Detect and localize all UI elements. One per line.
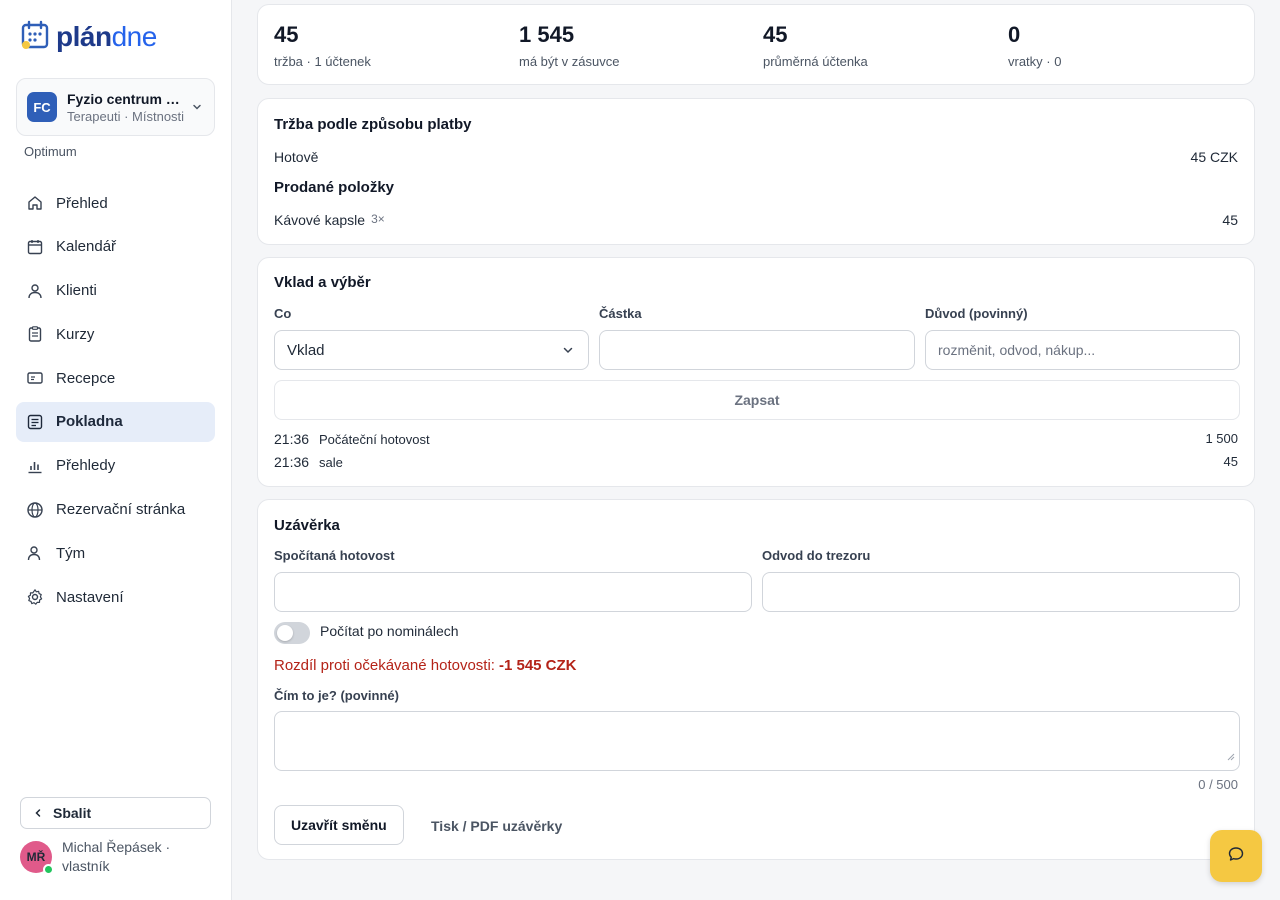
reason-label: Důvod (povinný) bbox=[925, 306, 1028, 321]
clipboard-icon bbox=[26, 325, 44, 343]
cash-move-card: Vklad a výběr Co Částka Důvod (povinný) … bbox=[257, 257, 1255, 487]
team-icon bbox=[26, 544, 44, 562]
user-profile[interactable]: MŘ Michal Řepásek · vlastník bbox=[20, 838, 192, 876]
what-label: Co bbox=[274, 306, 292, 321]
nav-item-kurzy[interactable]: Kurzy bbox=[16, 314, 215, 354]
user-name: Michal Řepásek · vlastník bbox=[62, 839, 171, 874]
nav-item-rezervacni-stranka[interactable]: Rezervační stránka bbox=[16, 490, 215, 530]
difference-reason-textarea[interactable] bbox=[274, 711, 1240, 771]
nav-item-kalendar[interactable]: Kalendář bbox=[16, 227, 215, 267]
toggle-knob bbox=[277, 625, 293, 641]
counted-cash-label: Spočítaná hotovost bbox=[274, 548, 395, 563]
cash-difference: Rozdíl proti očekávané hotovosti: -1 545 … bbox=[274, 657, 577, 674]
chat-bubble-icon bbox=[1227, 845, 1245, 868]
nav-item-prehledy[interactable]: Přehledy bbox=[16, 446, 215, 486]
log-time: 21:36 bbox=[274, 454, 310, 470]
plan-label: Optimum bbox=[24, 144, 77, 159]
stat-expected-drawer: 1 545 má být v zásuvce bbox=[519, 22, 620, 69]
resize-grip-icon[interactable] bbox=[1227, 748, 1235, 766]
sold-item-amount: 45 bbox=[1222, 212, 1238, 228]
online-status-dot bbox=[43, 864, 54, 875]
counted-cash-input[interactable] bbox=[274, 572, 752, 612]
log-amount: 45 bbox=[1223, 454, 1238, 469]
org-avatar: FC bbox=[27, 92, 57, 122]
character-counter: 0 / 500 bbox=[1198, 777, 1238, 792]
count-by-denomination-label: Počítat po nominálech bbox=[320, 623, 459, 639]
safe-deposit-label: Odvod do trezoru bbox=[762, 548, 871, 563]
org-subtitle: Terapeuti · Místnosti bbox=[67, 108, 185, 124]
safe-deposit-input[interactable] bbox=[762, 572, 1240, 612]
log-time: 21:36 bbox=[274, 431, 310, 447]
globe-icon bbox=[26, 501, 44, 519]
sold-item: Kávové kapsle 3× bbox=[274, 212, 385, 228]
chevron-down-icon bbox=[190, 100, 204, 114]
main-nav: Přehled Kalendář Klienti Kurzy Recepce P… bbox=[16, 183, 215, 621]
cash-move-amount-input[interactable] bbox=[599, 330, 915, 370]
user-icon bbox=[26, 282, 44, 300]
cash-move-type-select[interactable]: Vklad bbox=[274, 330, 589, 370]
nav-item-recepce[interactable]: Recepce bbox=[16, 358, 215, 398]
log-amount: 1 500 bbox=[1205, 431, 1238, 446]
nav-item-tym[interactable]: Tým bbox=[16, 533, 215, 573]
home-icon bbox=[26, 194, 44, 212]
nav-item-klienti[interactable]: Klienti bbox=[16, 271, 215, 311]
chevron-left-icon bbox=[33, 808, 43, 818]
cash-move-title: Vklad a výběr bbox=[274, 274, 371, 291]
bar-chart-icon bbox=[26, 457, 44, 475]
log-desc: sale bbox=[319, 455, 343, 470]
stat-refunds: 0 vratky · 0 bbox=[1008, 22, 1062, 69]
nav-item-prehled[interactable]: Přehled bbox=[16, 183, 215, 223]
payment-method: Hotově bbox=[274, 149, 319, 165]
amount-label: Částka bbox=[599, 306, 642, 321]
summary-stats-card: 45 tržba · 1 účtenek 1 545 má být v zásu… bbox=[257, 4, 1255, 85]
cash-difference-value: -1 545 CZK bbox=[498, 657, 577, 674]
chevron-down-icon bbox=[562, 344, 574, 356]
avatar: MŘ bbox=[20, 841, 54, 875]
payments-card: Tržba podle způsobu platby Hotově 45 CZK… bbox=[257, 98, 1255, 245]
close-shift-button[interactable]: Uzavřít směnu bbox=[274, 805, 404, 845]
count-by-denomination-toggle[interactable] bbox=[274, 622, 310, 644]
org-switcher[interactable]: FC Fyzio centrum Pražská Terapeuti · Mís… bbox=[16, 78, 215, 136]
calendar-icon bbox=[26, 238, 44, 256]
app-logo[interactable]: plándne bbox=[20, 20, 157, 54]
nav-item-nastaveni[interactable]: Nastavení bbox=[16, 577, 215, 617]
register-icon bbox=[26, 413, 44, 431]
nav-item-pokladna[interactable]: Pokladna bbox=[16, 401, 215, 442]
calendar-logo-icon bbox=[20, 19, 52, 56]
log-desc: Počáteční hotovost bbox=[319, 432, 430, 447]
gear-icon bbox=[26, 588, 44, 606]
collapse-sidebar-button[interactable]: Sbalit bbox=[20, 797, 211, 829]
sidebar: plándne FC Fyzio centrum Pražská Terapeu… bbox=[0, 0, 232, 900]
closing-card: Uzávěrka Spočítaná hotovost Odvod do tre… bbox=[257, 499, 1255, 860]
payment-amount: 45 CZK bbox=[1190, 149, 1238, 165]
org-name: Fyzio centrum Pražská bbox=[67, 90, 187, 107]
cash-move-reason-input[interactable] bbox=[925, 330, 1240, 370]
stat-average-receipt: 45 průměrná účtenka bbox=[763, 22, 868, 69]
chat-button[interactable] bbox=[1210, 830, 1262, 882]
difference-reason-label: Čím to je? (povinné) bbox=[274, 688, 399, 703]
payments-title: Tržba podle způsobu platby bbox=[274, 116, 472, 133]
stat-revenue: 45 tržba · 1 účtenek bbox=[274, 22, 371, 69]
closing-title: Uzávěrka bbox=[274, 517, 340, 534]
items-title: Prodané položky bbox=[274, 179, 395, 196]
print-pdf-button[interactable]: Tisk / PDF uzávěrky bbox=[431, 818, 562, 834]
id-card-icon bbox=[26, 369, 44, 387]
logo-wordmark: plándne bbox=[56, 21, 157, 52]
submit-cash-move-button[interactable]: Zapsat bbox=[274, 380, 1240, 420]
